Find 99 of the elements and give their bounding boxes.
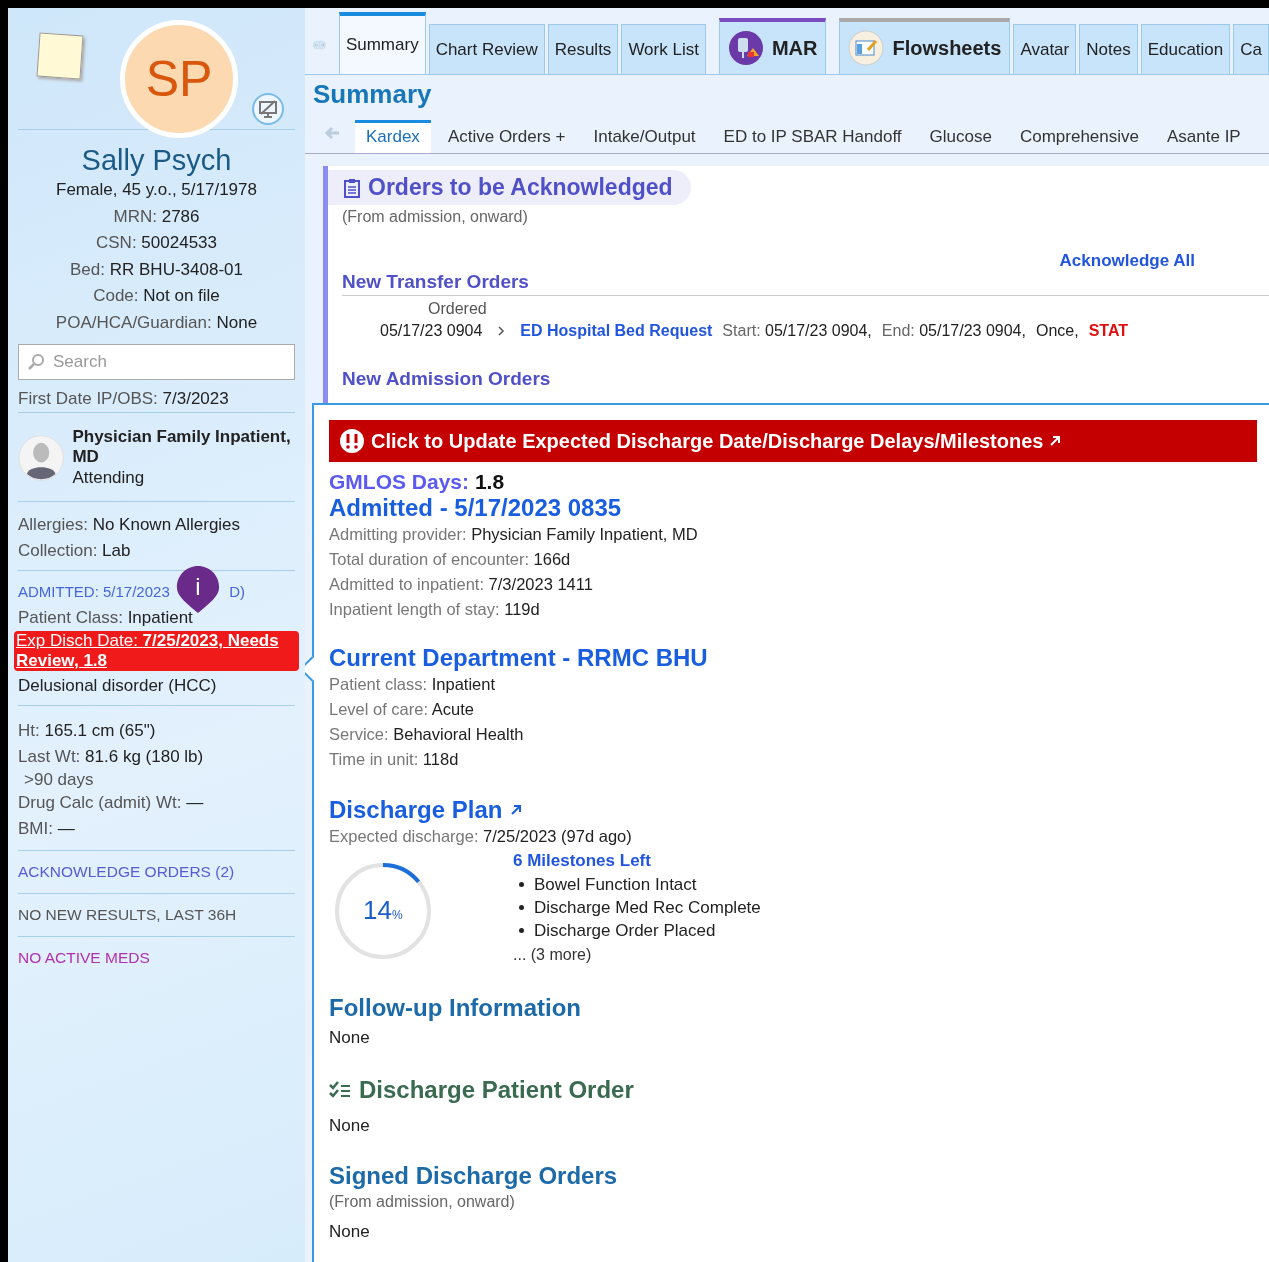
checklist-icon <box>329 1080 351 1100</box>
subtab[interactable]: Kardex <box>355 120 431 153</box>
allergy-info: Allergies: No Known Allergies <box>18 514 242 536</box>
first-date: First Date IP/OBS: 7/3/2023 <box>18 388 230 410</box>
expected-discharge: Expected discharge: 7/25/2023 (97d ago) <box>329 826 633 847</box>
progress-percent: 14% <box>363 895 403 926</box>
search-field[interactable]: Search <box>18 344 295 380</box>
info-marker[interactable]: i <box>176 565 220 613</box>
milestone-item: Bowel Function Intact <box>534 874 697 896</box>
discharge-update-banner[interactable]: Click to Update Expected Discharge Date/Discharge Delays/Milestones <box>329 420 1257 462</box>
section-value: None <box>329 1028 371 1048</box>
admission-field: Inpatient length of stay: 119d <box>329 597 1257 622</box>
bullet-icon <box>519 928 524 933</box>
external-link-icon <box>510 804 523 816</box>
subtab[interactable]: Active Orders + <box>436 120 577 153</box>
admission-field: Total duration of encounter: 166d <box>329 547 1257 572</box>
allergy-info: Collection: Lab <box>18 540 132 562</box>
order-end: End: 05/17/23 0904, <box>881 322 1026 340</box>
discharge-date-alert[interactable]: Exp Disch Date: 7/25/2023, Needs Review, 1.8 <box>14 631 299 671</box>
milestone-item: Discharge Order Placed <box>534 920 716 942</box>
department-heading: Current Department - RRMC BHU <box>329 644 709 672</box>
order-priority: STAT <box>1088 322 1129 340</box>
measurement: Last Wt: 81.6 kg (180 lb) <box>18 746 205 768</box>
department-field: Service: Behavioral Health <box>329 722 1257 747</box>
clipboard-icon <box>344 177 360 198</box>
external-link-icon <box>1049 435 1062 447</box>
patient-detail: CSN: 50024533 <box>95 232 218 254</box>
order-start: Start: 05/17/23 0904, <box>722 322 872 340</box>
order-group-title: New Transfer Orders <box>342 271 1269 296</box>
person-icon <box>18 432 65 484</box>
results-status: NO NEW RESULTS, LAST 36H <box>18 905 238 925</box>
patient-avatar: SP <box>120 20 238 138</box>
chevron-icon[interactable] <box>496 325 507 337</box>
sidebar-link[interactable]: NO ACTIVE MEDS <box>18 945 295 971</box>
sticky-note-icon[interactable] <box>36 32 84 80</box>
milestones-link[interactable]: 6 Milestones Left <box>513 849 761 873</box>
measurement: Ht: 165.1 cm (65") <box>18 720 157 742</box>
tab[interactable]: MAR <box>718 18 827 74</box>
monitor-icon[interactable] <box>251 92 285 126</box>
tab[interactable]: Notes <box>1079 24 1138 74</box>
iv-bag-icon <box>727 30 764 66</box>
admission-field: Admitted to inpatient: 7/3/2023 1411 <box>329 572 1257 597</box>
patient-demographics: Female, 45 y.o., 5/17/1978 <box>55 179 258 201</box>
section-value: None <box>329 1222 371 1242</box>
bullet-icon <box>519 882 524 887</box>
patient-detail: POA/HCA/Guardian: None <box>54 311 259 334</box>
department-field: Time in unit: 118d <box>329 747 1257 772</box>
admitted-days: D) <box>229 579 245 605</box>
section-heading: Signed Discharge Orders <box>329 1162 619 1190</box>
measurement: Drug Calc (admit) Wt: — <box>18 792 205 814</box>
more-milestones[interactable]: ... (3 more) <box>513 942 761 968</box>
subtab[interactable]: Comprehensive <box>1008 120 1150 153</box>
admitted-heading: Admitted - 5/17/2023 0835 <box>329 494 623 522</box>
tab[interactable]: Chart Review <box>428 24 545 74</box>
search-icon <box>27 353 45 371</box>
department-field: Patient class: Inpatient <box>329 672 1257 697</box>
diagnosis: Delusional disorder (HCC) <box>18 675 218 697</box>
patient-detail: Code: Not on file <box>92 285 221 307</box>
department-field: Level of care: Acute <box>329 697 1257 722</box>
section-heading: Follow-up Information <box>329 994 582 1022</box>
patient-detail: Bed: RR BHU-3408-01 <box>69 258 244 281</box>
subtab[interactable]: Intake/Output <box>582 120 707 153</box>
subtab[interactable]: ED to IP SBAR Handoff <box>712 120 913 153</box>
subtab[interactable]: Asante IP <box>1156 120 1252 153</box>
page-title: Summary <box>312 78 433 110</box>
tab[interactable]: Ca <box>1233 24 1269 74</box>
flowsheet-icon <box>848 30 885 66</box>
admitted-link[interactable]: ADMITTED: 5/17/2023 <box>18 579 170 605</box>
section-header: Orders to be Acknowledged <box>328 170 691 205</box>
milestone-item: Discharge Med Rec Complete <box>534 897 761 919</box>
gmlos-days: GMLOS Days: 1.8 <box>329 470 1257 494</box>
attending-role: Attending <box>72 467 146 489</box>
tab[interactable]: Summary <box>338 12 426 74</box>
section-subtitle: (From admission, onward) <box>329 1192 516 1212</box>
tab[interactable]: Work List <box>621 24 706 74</box>
order-link[interactable]: ED Hospital Bed Request <box>520 322 713 340</box>
patient-detail: MRN: 2786 <box>112 205 201 228</box>
section-heading: Discharge Patient Order <box>359 1076 634 1104</box>
column-header: Ordered <box>428 299 488 319</box>
attending-name: Physician Family Inpatient, MD <box>72 427 292 467</box>
bullet-icon <box>519 905 524 910</box>
section-value: None <box>329 1116 371 1136</box>
alert-icon <box>339 428 365 454</box>
section-subtitle: (From admission, onward) <box>342 207 529 227</box>
tab[interactable]: Results <box>547 24 619 74</box>
subtab[interactable]: Glucose <box>918 120 1003 153</box>
tab[interactable]: Avatar <box>1013 24 1077 74</box>
order-group-title: New Admission Orders <box>342 368 552 390</box>
tab[interactable]: Flowsheets <box>839 18 1011 74</box>
patient-name: Sally Psych <box>80 144 233 177</box>
tab[interactable]: Education <box>1140 24 1231 74</box>
order-date: 05/17/23 0904 <box>380 322 483 340</box>
sidebar-link[interactable]: ACKNOWLEDGE ORDERS (2) <box>18 859 295 885</box>
discharge-plan-link[interactable]: Discharge Plan <box>329 796 1257 824</box>
admission-field: Admitting provider: Physician Family Inpatient, MD <box>329 522 1257 547</box>
order-frequency: Once, <box>1035 322 1079 340</box>
measurement-note: >90 days <box>23 770 95 790</box>
measurement: BMI: — <box>18 818 76 840</box>
acknowledge-all-link[interactable]: Acknowledge All <box>342 251 1195 271</box>
